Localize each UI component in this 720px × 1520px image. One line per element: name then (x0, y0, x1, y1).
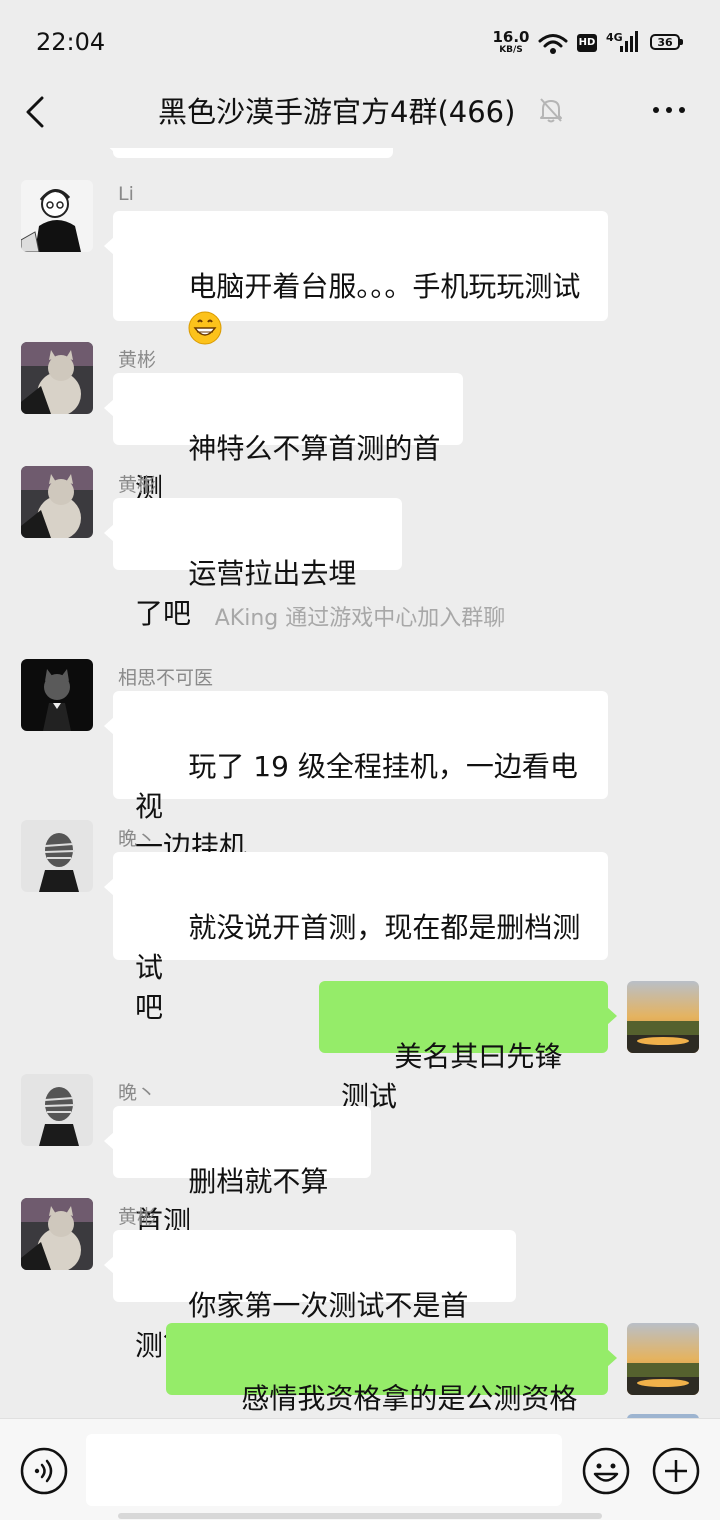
avatar[interactable] (21, 466, 93, 538)
message-text: 删档就不算首测 (135, 1165, 329, 1238)
my-avatar[interactable] (627, 981, 699, 1053)
network-speed-unit: KB/S (499, 45, 523, 55)
system-message: AKing 通过游戏中心加入群聊 (214, 606, 506, 631)
message-bubble[interactable]: 你家第一次测试不是首测？ (104, 1230, 516, 1362)
emoji-icon (582, 1447, 630, 1495)
voice-button[interactable] (20, 1447, 68, 1499)
message-bubble-outgoing[interactable]: 美名其曰先锋测试 (319, 981, 617, 1113)
more-dots-icon (653, 107, 685, 113)
message-bubble[interactable]: 就没说开首测，现在都是删档测试 吧 (104, 852, 608, 1024)
sender-name: 晚丶 (118, 828, 157, 850)
emoji-button[interactable] (582, 1447, 630, 1499)
muted-bell-icon (540, 98, 562, 123)
sender-name: 晚丶 (118, 1082, 157, 1104)
chat-title: 黑色沙漠手游官方4群(466) (158, 95, 516, 129)
message-text: 玩了 19 级全程挂机，一边看电视 一边挂机 (135, 750, 578, 863)
message-text: 感情我资格拿的是公测资格呗 (241, 1382, 578, 1415)
sender-name: 相思不可医 (118, 667, 214, 689)
voice-input-icon (20, 1447, 68, 1495)
network-speed: 16.0 KB/S (492, 30, 530, 55)
back-arrow-icon (26, 96, 44, 128)
sender-name: Li (118, 183, 134, 205)
sender-name: 黄彬 (118, 1206, 157, 1228)
avatar[interactable] (21, 342, 93, 414)
chat-screen: 22:04 16.0 KB/S HD 4G 36 黑色沙漠手游官方4群(466)… (0, 0, 720, 1520)
more-functions-button[interactable] (652, 1447, 700, 1499)
network-speed-value: 16.0 (492, 28, 530, 46)
message-text: 神特么不算首测的首测 (135, 432, 441, 505)
more-button[interactable] (648, 98, 692, 122)
input-bar (0, 1418, 720, 1520)
message-bubble-outgoing[interactable]: 感情我资格拿的是公测资格呗 (166, 1323, 617, 1415)
message-bubble[interactable]: 电脑开着台服。。。手机玩玩测试 (104, 211, 608, 345)
wifi-icon (538, 34, 568, 54)
signal-icon (620, 31, 638, 52)
chat-header: 黑色沙漠手游官方4群(466) (0, 80, 720, 148)
status-bar: 22:04 16.0 KB/S HD 4G 36 (0, 0, 720, 80)
avatar[interactable] (21, 180, 93, 252)
message-text: 电脑开着台服。。。手机玩玩测试 (188, 270, 581, 303)
avatar[interactable] (21, 820, 93, 892)
message-bubble-partial[interactable] (104, 148, 393, 158)
battery-icon: 36 (650, 34, 683, 50)
message-bubble[interactable]: 神特么不算首测的首测 (104, 373, 463, 505)
message-bubble[interactable]: 删档就不算首测 (104, 1106, 371, 1238)
avatar[interactable] (21, 1074, 93, 1146)
hd-badge: HD (577, 34, 597, 52)
navigation-bar-hint (118, 1513, 602, 1519)
status-time: 22:04 (36, 28, 106, 56)
back-button[interactable] (18, 86, 58, 134)
message-list[interactable]: Li 电脑开着台服。。。手机玩玩测试 黄彬 神特么不算首测的首测 黄彬 运营拉出… (0, 148, 720, 1418)
message-bubble[interactable]: 玩了 19 级全程挂机，一边看电视 一边挂机 (104, 691, 608, 863)
sender-name: 黄彬 (118, 349, 157, 371)
message-bubble[interactable]: 运营拉出去埋了吧 (104, 498, 402, 630)
grinning-face-emoji (188, 311, 222, 345)
battery-level: 36 (657, 36, 673, 49)
avatar[interactable] (21, 1198, 93, 1270)
my-avatar[interactable] (627, 1323, 699, 1395)
message-input[interactable] (86, 1434, 562, 1506)
sender-name: 黄彬 (118, 474, 157, 496)
avatar[interactable] (21, 659, 93, 731)
message-text: 美名其曰先锋测试 (341, 1040, 563, 1113)
plus-icon (652, 1447, 700, 1495)
